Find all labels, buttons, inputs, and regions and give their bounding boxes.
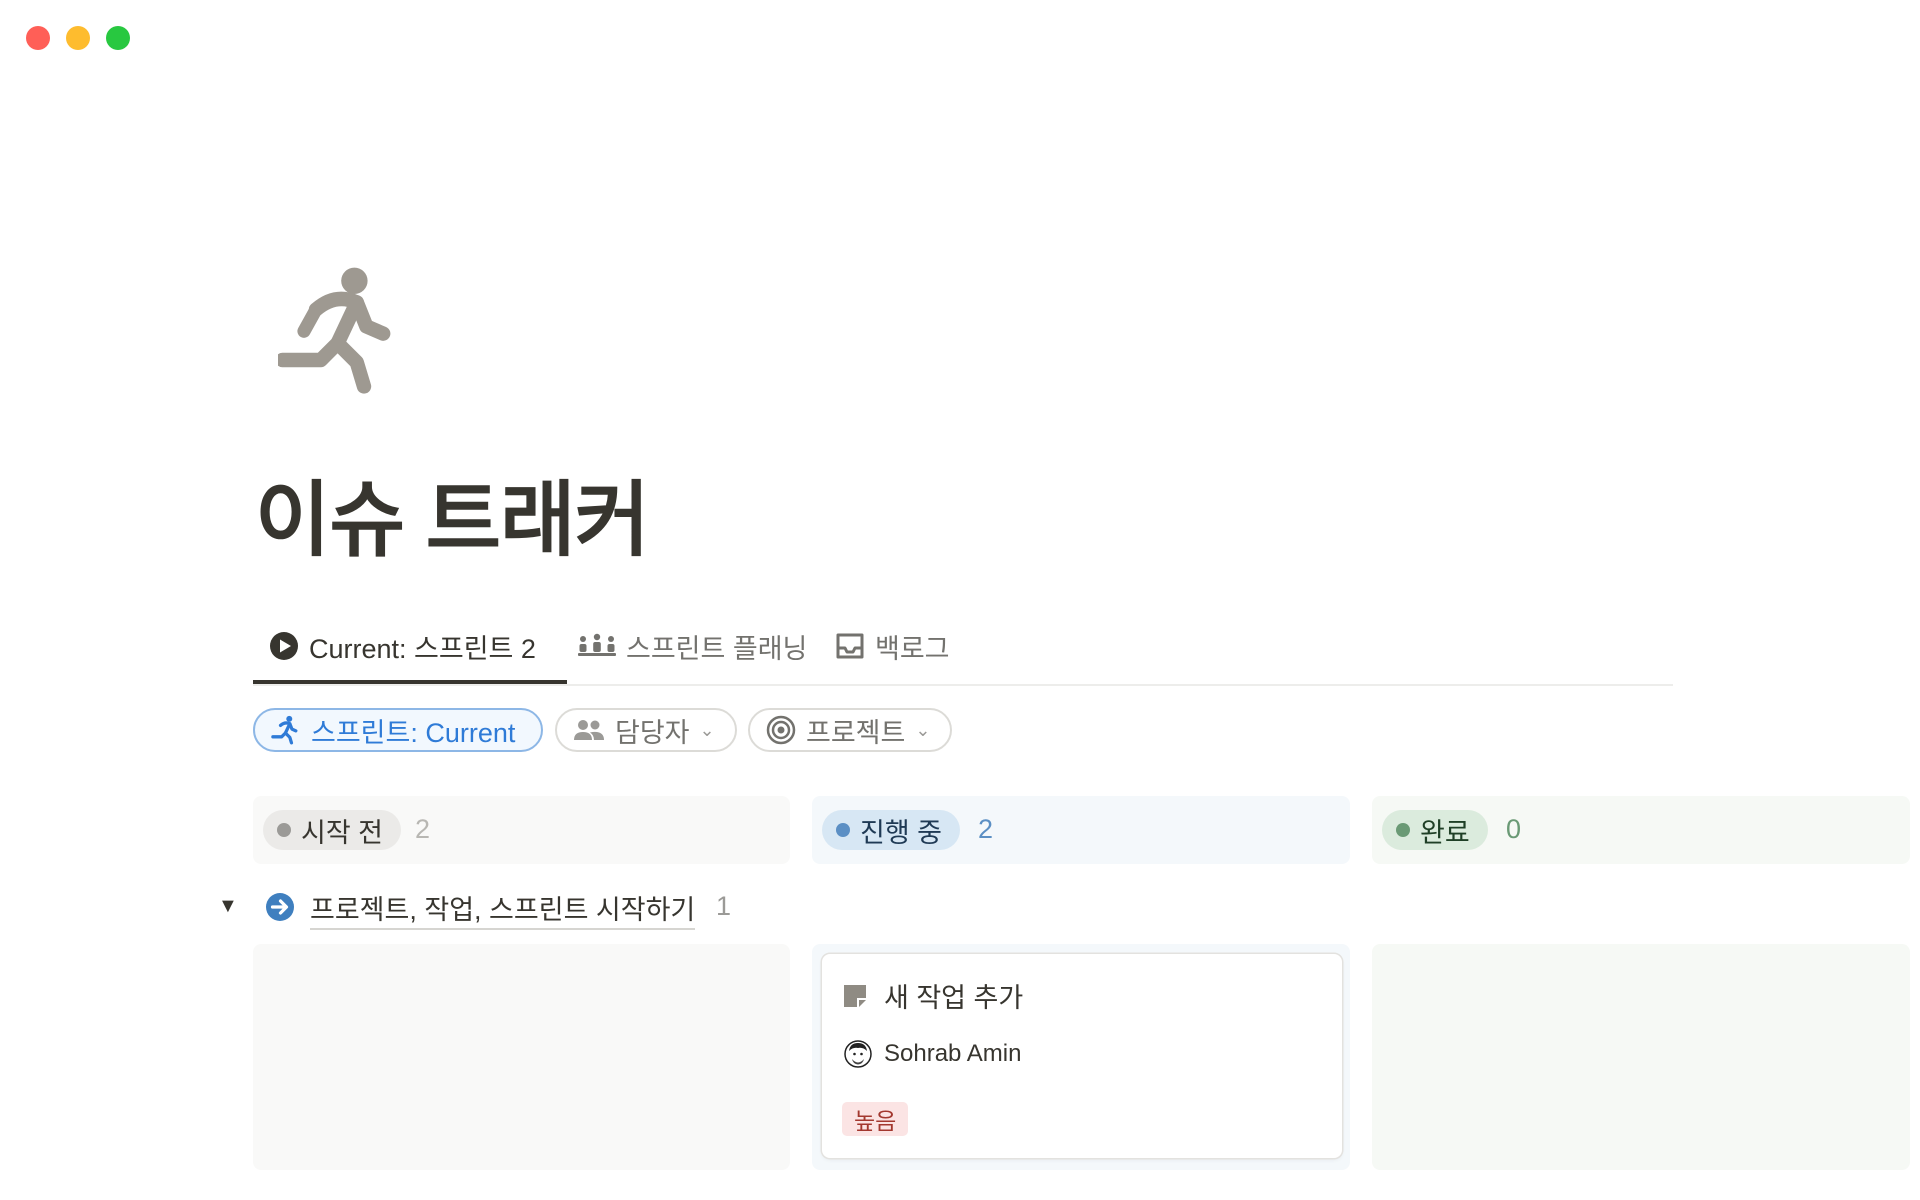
avatar: [844, 1040, 872, 1068]
status-badge: 완료: [1382, 810, 1488, 850]
column-count: 2: [978, 814, 994, 844]
status-dot: [836, 823, 850, 837]
minimize-window-button[interactable]: [66, 26, 90, 50]
task-card[interactable]: 새 작업 추가 Sohrab Amin 높음: [822, 954, 1342, 1158]
tab-label: Current: 스프린트 2: [309, 633, 536, 664]
running-person-icon[interactable]: [278, 264, 402, 396]
inbox-tray-icon: [836, 633, 864, 659]
filter-label: 담당자: [615, 717, 690, 748]
column-body-not-started[interactable]: [253, 944, 790, 1170]
status-label: 시작 전: [301, 817, 384, 848]
active-tab-indicator: [253, 680, 567, 684]
assignee-name: Sohrab Amin: [884, 1040, 1022, 1067]
filter-label: 프로젝트: [806, 717, 906, 748]
assignee-filter-chip[interactable]: 담당자 ⌄: [555, 708, 737, 752]
status-dot: [277, 823, 291, 837]
priority-tag: 높음: [842, 1102, 909, 1136]
page-title: 이슈 트래커: [255, 475, 650, 566]
running-person-icon: [271, 715, 298, 745]
sprint-filter-chip[interactable]: 스프린트: Current: [253, 708, 543, 752]
card-title-row: 새 작업 추가: [842, 976, 1023, 1015]
column-count: 0: [1506, 814, 1522, 844]
filter-label: 스프린트: Current: [311, 717, 516, 748]
tab-sprint-planning[interactable]: 스프린트 플래닝: [578, 618, 807, 674]
column-header-in-progress[interactable]: 진행 중 2: [812, 796, 1350, 864]
tab-label: 스프린트 플래닝: [626, 633, 808, 664]
column-header-not-started[interactable]: 시작 전 2: [253, 796, 790, 864]
chevron-down-icon: ⌄: [699, 719, 715, 740]
status-label: 완료: [1420, 817, 1470, 848]
status-dot: [1396, 823, 1410, 837]
people-icon: [574, 720, 604, 740]
group-collapse-toggle[interactable]: ▼: [218, 895, 238, 918]
group-title[interactable]: 프로젝트, 작업, 스프린트 시작하기: [310, 888, 696, 930]
play-circle-icon: [270, 632, 298, 660]
chevron-down-icon: ⌄: [915, 719, 931, 740]
column-body-done[interactable]: [1372, 944, 1910, 1170]
status-badge: 시작 전: [263, 810, 402, 850]
group-count: 1: [716, 891, 732, 921]
status-label: 진행 중: [860, 817, 943, 848]
close-window-button[interactable]: [26, 26, 50, 50]
column-count: 2: [415, 814, 431, 844]
tab-backlog[interactable]: 백로그: [835, 618, 950, 674]
view-tabs: Current: 스프린트 2 스프린트 플래닝 백로그: [253, 618, 1673, 686]
card-title: 새 작업 추가: [884, 983, 1024, 1013]
window-controls: [26, 26, 130, 50]
status-badge: 진행 중: [822, 810, 961, 850]
column-header-done[interactable]: 완료 0: [1372, 796, 1910, 864]
people-row-icon: [578, 633, 616, 656]
page-icon: [844, 984, 866, 1007]
tab-label: 백로그: [875, 633, 950, 664]
project-filter-chip[interactable]: 프로젝트 ⌄: [748, 708, 952, 752]
card-assignee: Sohrab Amin: [844, 1040, 1021, 1068]
zoom-window-button[interactable]: [106, 26, 130, 50]
arrow-right-circle-icon: [266, 893, 294, 921]
tab-current-sprint[interactable]: Current: 스프린트 2: [269, 618, 536, 674]
target-icon: [766, 715, 796, 745]
